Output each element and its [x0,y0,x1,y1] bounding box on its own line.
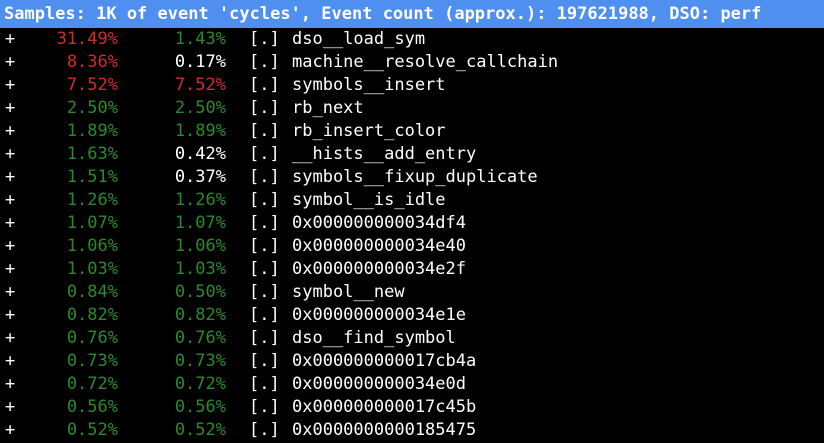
table-row[interactable]: +31.49% 1.43% [.] dso__load_sym [0,28,824,51]
symbol-name: symbol__is_idle [292,190,446,210]
symbol-name: dso__find_symbol [292,328,456,348]
table-row[interactable]: +1.26% 1.26% [.] symbol__is_idle [0,189,824,212]
symbol-type: [.] [249,282,280,302]
symbol-type: [.] [249,213,280,233]
symbol-name: 0x0000000000185475 [292,420,477,440]
symbol-name: 0x000000000034df4 [292,213,466,233]
table-row[interactable]: +1.06% 1.06% [.] 0x000000000034e40 [0,235,824,258]
self-percent: 2.50% [174,98,226,118]
symbol-name: 0x000000000034e0d [292,374,466,394]
symbol-name: 0x000000000034e1e [292,305,466,325]
symbol-type: [.] [249,144,280,164]
table-row[interactable]: +0.56% 0.56% [.] 0x000000000017c45b [0,396,824,419]
self-percent: 1.07% [174,213,226,233]
symbol-name: 0x000000000034e40 [292,236,466,256]
symbol-type: [.] [249,167,280,187]
self-percent: 0.56% [174,397,226,417]
self-percent: 7.52% [174,75,226,95]
perf-report-list[interactable]: +31.49% 1.43% [.] dso__load_sym +8.36% 0.17%[… [0,28,824,442]
self-percent: 0.17% [174,52,226,72]
self-percent: 0.72% [174,374,226,394]
symbol-type: [.] [249,190,280,210]
table-row[interactable]: +0.84% 0.50% [.] symbol__new [0,281,824,304]
table-row[interactable]: +0.82% 0.82% [.] 0x000000000034e1e [0,304,824,327]
table-row[interactable]: +1.07% 1.07% [.] 0x000000000034df4 [0,212,824,235]
symbol-type: [.] [249,259,280,279]
table-row[interactable]: +1.03% 1.03% [.] 0x000000000034e2f [0,258,824,281]
symbol-type: [.] [249,420,280,440]
symbol-name: 0x000000000017c45b [292,397,477,417]
self-percent: 1.03% [174,259,226,279]
symbol-type: [.] [249,98,280,118]
table-row[interactable]: +0.72% 0.72% [.] 0x000000000034e0d [0,373,824,396]
self-percent: 0.76% [174,328,226,348]
self-percent: 0.82% [174,305,226,325]
symbol-name: machine__resolve_callchain [292,52,559,72]
symbol-type: [.] [249,351,280,371]
self-percent: 0.50% [174,282,226,302]
self-percent: 0.52% [174,420,226,440]
symbol-type: [.] [249,397,280,417]
table-row[interactable]: +1.63% 0.42% [.] __hists__add_entry [0,143,824,166]
table-row[interactable]: +1.51% 0.37% [.] symbols__fixup_duplicate [0,166,824,189]
table-row[interactable]: +8.36% 0.17% [.] machine__resolve_callchain [0,51,824,74]
self-percent: 0.37% [174,167,226,187]
table-row[interactable]: +0.52% 0.52% [.] 0x0000000000185475 [0,419,824,442]
self-percent: 1.89% [174,121,226,141]
symbol-type: [.] [249,121,280,141]
symbol-name: 0x000000000034e2f [292,259,466,279]
self-percent: 0.73% [174,351,226,371]
symbol-name: __hists__add_entry [292,144,477,164]
symbol-type: [.] [249,29,280,49]
symbol-name: symbols__insert [292,75,446,95]
table-row[interactable]: +2.50% 2.50% [.] rb_next [0,97,824,120]
symbol-type: [.] [249,75,280,95]
symbol-type: [.] [249,328,280,348]
self-percent: 1.43% [174,29,226,49]
table-row[interactable]: +7.52% 7.52% [.] symbols__insert [0,74,824,97]
symbol-name: symbols__fixup_duplicate [292,167,538,187]
samples-header: Samples: 1K of event 'cycles', Event cou… [0,0,824,28]
symbol-type: [.] [249,374,280,394]
table-row[interactable]: +1.89% 1.89% [.] rb_insert_color [0,120,824,143]
table-row[interactable]: +0.73% 0.73% [.] 0x000000000017cb4a [0,350,824,373]
symbol-name: rb_next [292,98,364,118]
table-row[interactable]: +0.76% 0.76% [.] dso__find_symbol [0,327,824,350]
symbol-type: [.] [249,305,280,325]
symbol-name: 0x000000000017cb4a [292,351,477,371]
symbol-name: dso__load_sym [292,29,426,49]
self-percent: 1.26% [174,190,226,210]
self-percent: 1.06% [174,236,226,256]
self-percent: 0.42% [174,144,226,164]
symbol-name: rb_insert_color [292,121,446,141]
symbol-type: [.] [249,52,280,72]
symbol-type: [.] [249,236,280,256]
symbol-name: symbol__new [292,282,405,302]
